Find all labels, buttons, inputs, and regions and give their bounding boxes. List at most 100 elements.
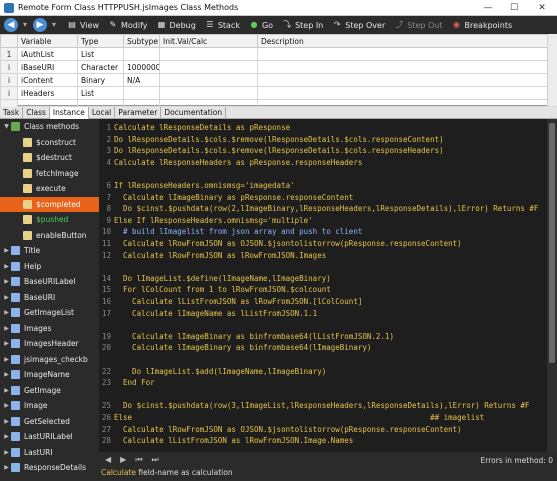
expand-triangle-icon[interactable]: ▶ <box>2 325 11 332</box>
code-line[interactable]: Calculate lImageBinary as binfrombase64(… <box>114 332 547 344</box>
method-tree-item[interactable]: ▶ Image <box>0 398 99 414</box>
method-tree-item[interactable]: ▶ GetSelected <box>0 414 99 430</box>
grid-header-init[interactable]: Init.Val/Calc <box>159 34 258 48</box>
code-line[interactable] <box>114 169 547 181</box>
expand-triangle-icon[interactable]: ▶ <box>2 263 11 270</box>
maximize-button[interactable]: ☐ <box>501 0 527 16</box>
code-line[interactable]: Do lImageList.$define(lImageName,lImageB… <box>114 274 547 286</box>
variable-init[interactable] <box>159 73 258 87</box>
step-in-button[interactable]: ⤵ Step In <box>282 16 323 34</box>
code-line[interactable]: Do lResponseDetails.$cols.$remove(lRespo… <box>114 135 547 147</box>
code-line[interactable] <box>114 355 547 367</box>
method-tree-item[interactable]: fetchImage <box>0 166 99 182</box>
tab-instance[interactable]: Instance <box>49 107 89 119</box>
code-line[interactable]: Do $cinst.$pushdata(row(3,lImageList,lRe… <box>114 401 547 413</box>
code-line[interactable] <box>114 320 547 332</box>
variable-subtype[interactable] <box>123 86 160 100</box>
variable-init[interactable] <box>159 86 258 100</box>
variable-description[interactable] <box>257 73 557 87</box>
table-row[interactable]: i iBaseURI Character 100000000 <box>0 60 557 74</box>
method-tree-item[interactable]: ▶ GetImageList <box>0 305 99 321</box>
variable-init[interactable] <box>159 60 258 74</box>
code-line[interactable] <box>114 262 547 274</box>
method-tree-item[interactable]: ▶ Images <box>0 321 99 337</box>
method-tree-item[interactable]: ▶ ResponseDetails <box>0 460 99 476</box>
method-tree-item[interactable]: ▼ Class methods <box>0 119 99 135</box>
stack-button[interactable]: ☰ Stack <box>205 16 240 34</box>
tab-local[interactable]: Local <box>89 107 116 119</box>
variable-type[interactable]: Binary <box>77 73 124 87</box>
code-line[interactable]: Else If lResponseHeaders.omnismsg='multi… <box>114 216 547 228</box>
expand-triangle-icon[interactable]: ▶ <box>2 433 11 440</box>
tab-class[interactable]: Class <box>23 107 50 119</box>
expand-triangle-icon[interactable]: ▶ <box>2 278 11 285</box>
nav-forward-icon[interactable]: ▶ <box>120 455 126 465</box>
code-line[interactable]: # build lImagelist from json array and p… <box>114 227 547 239</box>
variable-init[interactable] <box>159 47 258 61</box>
method-tree-item[interactable]: enableButton <box>0 228 99 244</box>
grid-header-description[interactable]: Description <box>257 34 557 48</box>
variable-name[interactable]: iAuthList <box>17 47 78 61</box>
variable-name[interactable]: iContent <box>17 73 78 87</box>
code-line[interactable]: Calculate lImageBinary as binfrombase64(… <box>114 343 547 355</box>
variable-subtype[interactable]: 100000000 <box>123 60 160 74</box>
table-row[interactable]: i iHeaders List <box>0 86 557 100</box>
method-tree-item[interactable]: ▶ LastURILabel <box>0 429 99 445</box>
code-line[interactable]: Calculate lResponseHeaders as pResponse.… <box>114 158 547 170</box>
method-tree-item[interactable]: ▶ ImagesHeader <box>0 336 99 352</box>
step-over-button[interactable]: ↷ Step Over <box>332 16 385 34</box>
grid-header-variable[interactable]: Variable <box>17 34 78 48</box>
code-line[interactable]: Else ## imagelist <box>114 413 547 425</box>
method-tree-item[interactable]: $pushed <box>0 212 99 228</box>
variable-description[interactable] <box>257 86 557 100</box>
grid-header-type[interactable]: Type <box>77 34 124 48</box>
method-tree-item[interactable]: execute <box>0 181 99 197</box>
expand-triangle-icon[interactable]: ▶ <box>2 387 11 394</box>
method-tree-item[interactable]: ▶ GetImage <box>0 383 99 399</box>
dropdown-chevron-icon[interactable]: ▾ <box>20 20 30 30</box>
expand-triangle-icon[interactable]: ▶ <box>2 356 11 363</box>
nav-back-icon[interactable]: ◀ <box>105 455 111 465</box>
expand-triangle-icon[interactable]: ▶ <box>2 247 11 254</box>
nav-last-icon[interactable]: ⏭ <box>152 455 159 465</box>
back-arrow-icon[interactable]: ◀ <box>4 18 18 32</box>
step-out-button[interactable]: ⤴ Step Out <box>394 16 442 34</box>
variable-name[interactable]: iHeaders <box>17 86 78 100</box>
code-editor[interactable]: 1 2 3 4 6 7 8 9 10 11 12 14 15 16 17 19 20 22 23 25 26 27 28 C… <box>99 119 557 452</box>
method-tree-item[interactable]: ▶ Help <box>0 259 99 275</box>
code-line[interactable]: Calculate lImageBinary as pResponse.resp… <box>114 193 547 205</box>
code-line[interactable]: Do $cinst.$pushdata(row(2,lImageBinary,l… <box>114 204 547 216</box>
method-tree-item[interactable]: ▶ jsimages_checkb <box>0 352 99 368</box>
variable-type[interactable]: List <box>77 47 124 61</box>
forward-arrow-icon[interactable]: ▶ <box>33 18 47 32</box>
breakpoints-button[interactable]: ◉ Breakpoints <box>452 16 512 34</box>
expand-triangle-icon[interactable]: ▶ <box>2 371 11 378</box>
code-line[interactable]: Calculate lImageName as lListFromJSON.1.… <box>114 309 547 321</box>
code-scrollbar[interactable] <box>547 119 557 452</box>
code-line[interactable]: Calculate lRowFromJSON as OJSON.$jsontol… <box>114 425 547 437</box>
minimize-button[interactable]: — <box>475 0 501 16</box>
debug-button[interactable]: ▦ Debug <box>157 16 196 34</box>
expand-triangle-icon[interactable]: ▶ <box>2 402 11 409</box>
method-tree-item[interactable]: ▶ BaseURILabel <box>0 274 99 290</box>
code-line[interactable]: Calculate lResponseDetails as pResponse <box>114 123 547 135</box>
method-tree-item[interactable]: $destruct <box>0 150 99 166</box>
method-tree-item[interactable]: ▶ Title <box>0 243 99 259</box>
tab-documentation[interactable]: Documentation <box>161 107 227 119</box>
variable-name[interactable]: iBaseURI <box>17 60 78 74</box>
variable-description[interactable] <box>257 60 557 74</box>
variable-type[interactable]: Character <box>77 60 124 74</box>
expand-triangle-icon[interactable]: ▶ <box>2 309 11 316</box>
variable-type[interactable]: List <box>77 86 124 100</box>
code-line[interactable]: Do lImageList.$add(lImageName,lImageBina… <box>114 367 547 379</box>
variable-description[interactable] <box>257 47 557 61</box>
method-tree-item[interactable]: $completed <box>0 196 99 212</box>
code-line[interactable]: For lColCount from 1 to lRowFromJSON.$co… <box>114 285 547 297</box>
method-tree-item[interactable]: ▶ ImageName <box>0 367 99 383</box>
variable-subtype[interactable]: N/A <box>123 73 160 87</box>
expand-triangle-icon[interactable]: ▶ <box>2 464 11 471</box>
expand-triangle-icon[interactable]: ▶ <box>2 340 11 347</box>
code-line[interactable]: Calculate lRowFromJSON as OJSON.$jsontol… <box>114 239 547 251</box>
method-tree-item[interactable]: ▶ LastURI <box>0 445 99 461</box>
modify-button[interactable]: ✎ Modify <box>108 16 148 34</box>
